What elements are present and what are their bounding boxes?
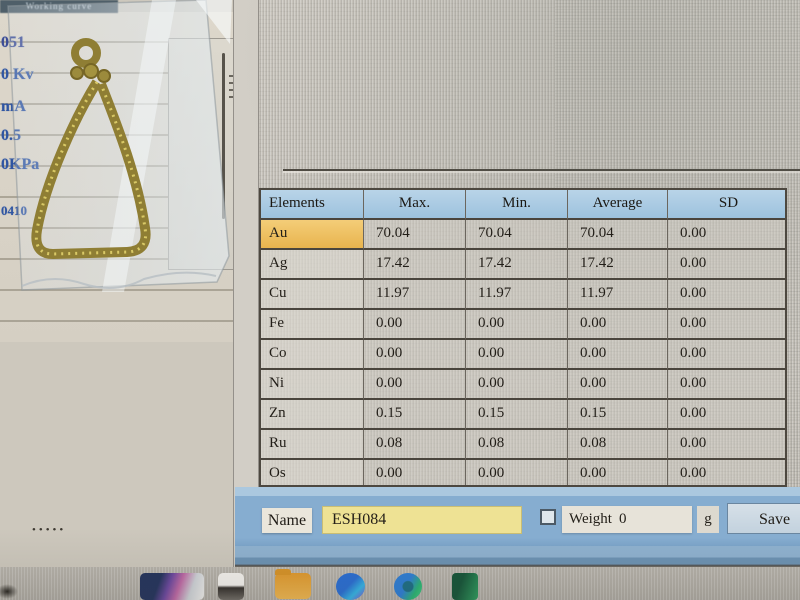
- sd-value-cell: 0.00: [668, 340, 787, 370]
- screenshot-app-icon[interactable]: [218, 573, 244, 600]
- average-value-cell: 0.00: [568, 370, 668, 400]
- element-cell[interactable]: Ru: [261, 430, 364, 460]
- name-label: Name: [262, 508, 312, 533]
- pendant-knot: [98, 70, 110, 82]
- gold-pendant-in-bag-photo: [0, 0, 233, 300]
- min-value-cell: 11.97: [466, 280, 568, 310]
- max-value-cell: 11.97: [364, 280, 466, 310]
- taskbar: [0, 567, 800, 600]
- save-button[interactable]: Save: [727, 503, 800, 534]
- skype-icon[interactable]: [394, 573, 422, 600]
- element-cell[interactable]: Cu: [261, 280, 364, 310]
- min-value-cell: 0.08: [466, 430, 568, 460]
- element-cell[interactable]: Os: [261, 460, 364, 487]
- folder-icon[interactable]: [275, 573, 311, 599]
- weight-value: 0: [619, 511, 627, 527]
- average-value-cell: 0.00: [568, 340, 668, 370]
- results-table: Elements Max. Min. Average SD Au 70.04 7…: [259, 188, 787, 487]
- element-cell[interactable]: Ag: [261, 250, 364, 280]
- xrf-analyzer-screen: Working curve 051 0 Kv mA 0.5 0KPa 0410: [0, 0, 800, 600]
- element-cell[interactable]: Au: [261, 220, 364, 250]
- sd-value-cell: 0.00: [668, 460, 787, 487]
- max-value-cell: 17.42: [364, 250, 466, 280]
- max-value-cell: 0.15: [364, 400, 466, 430]
- max-value-cell: 70.04: [364, 220, 466, 250]
- element-cell[interactable]: Co: [261, 340, 364, 370]
- desktop-dots: •••••: [32, 524, 66, 536]
- column-header-min: Min.: [466, 190, 568, 220]
- section-divider-line: [283, 169, 800, 171]
- column-header-elements: Elements: [261, 190, 364, 220]
- panel-divider: [233, 0, 259, 567]
- edge-browser-icon[interactable]: [336, 573, 365, 600]
- average-value-cell: 0.00: [568, 460, 668, 487]
- min-value-cell: 70.04: [466, 220, 568, 250]
- min-value-cell: 0.15: [466, 400, 568, 430]
- average-value-cell: 17.42: [568, 250, 668, 280]
- average-value-cell: 70.04: [568, 220, 668, 250]
- average-value-cell: 0.15: [568, 400, 668, 430]
- average-value-cell: 0.00: [568, 310, 668, 340]
- min-value-cell: 0.00: [466, 460, 568, 487]
- footer-bar: Name Weight 0 g Save: [235, 487, 800, 546]
- min-value-cell: 0.00: [466, 340, 568, 370]
- sd-value-cell: 0.00: [668, 430, 787, 460]
- max-value-cell: 0.00: [364, 460, 466, 487]
- weight-checkbox[interactable]: [540, 509, 556, 525]
- excel-icon[interactable]: [452, 573, 478, 600]
- weight-label: Weight: [569, 511, 612, 527]
- sd-value-cell: 0.00: [668, 400, 787, 430]
- min-value-cell: 0.00: [466, 310, 568, 340]
- average-value-cell: 0.08: [568, 430, 668, 460]
- grams-unit-label: g: [697, 506, 719, 533]
- element-cell[interactable]: Fe: [261, 310, 364, 340]
- sd-value-cell: 0.00: [668, 250, 787, 280]
- sd-value-cell: 0.00: [668, 220, 787, 250]
- partial-taskbar-icon: [0, 584, 18, 599]
- max-value-cell: 0.00: [364, 310, 466, 340]
- pendant-knot: [71, 67, 83, 79]
- min-value-cell: 17.42: [466, 250, 568, 280]
- max-value-cell: 0.00: [364, 370, 466, 400]
- weight-input[interactable]: Weight 0: [562, 506, 692, 533]
- element-cell[interactable]: Ni: [261, 370, 364, 400]
- average-value-cell: 11.97: [568, 280, 668, 310]
- name-input[interactable]: [322, 506, 522, 534]
- sd-value-cell: 0.00: [668, 310, 787, 340]
- column-header-max: Max.: [364, 190, 466, 220]
- column-header-average: Average: [568, 190, 668, 220]
- photos-app-icon[interactable]: [140, 573, 204, 600]
- column-header-sd: SD: [668, 190, 787, 220]
- sd-value-cell: 0.00: [668, 280, 787, 310]
- sd-value-cell: 0.00: [668, 370, 787, 400]
- window-bottom-edge: [235, 546, 800, 567]
- sample-photo-panel: Working curve 051 0 Kv mA 0.5 0KPa 0410: [0, 0, 233, 567]
- max-value-cell: 0.00: [364, 340, 466, 370]
- max-value-cell: 0.08: [364, 430, 466, 460]
- element-cell[interactable]: Zn: [261, 400, 364, 430]
- pendant-knot: [84, 64, 98, 78]
- min-value-cell: 0.00: [466, 370, 568, 400]
